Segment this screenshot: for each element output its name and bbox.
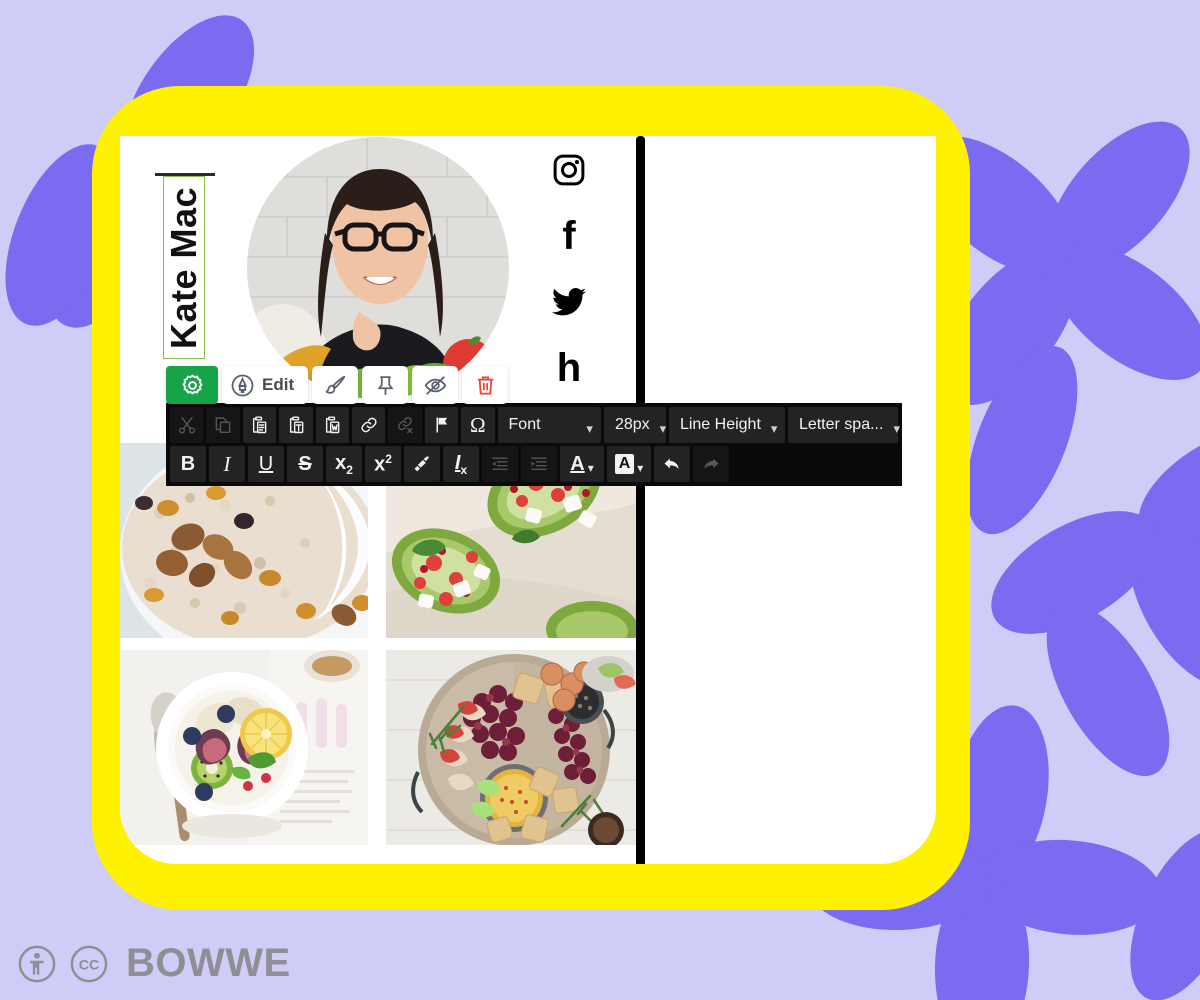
paste-word-icon bbox=[326, 416, 340, 434]
redo-arrow-icon bbox=[704, 458, 719, 469]
paste-button[interactable] bbox=[242, 407, 277, 443]
subscript-button[interactable]: x2 bbox=[326, 446, 362, 482]
flag-icon bbox=[436, 417, 448, 433]
anchor-button[interactable] bbox=[424, 407, 459, 443]
undo-arrow-icon bbox=[664, 458, 679, 469]
rte-row-1: Ω Font ▾ 28px ▾ Line Height ▾ Letter spa… bbox=[170, 407, 900, 443]
svg-text:CC: CC bbox=[79, 957, 100, 973]
name-text: Kate Mac bbox=[163, 186, 204, 349]
underline-button[interactable]: U bbox=[248, 446, 284, 482]
superscript-button[interactable]: x2 bbox=[365, 446, 401, 482]
paste-icon bbox=[253, 416, 267, 434]
houzz-icon[interactable]: h bbox=[547, 346, 591, 390]
copy-icon bbox=[215, 417, 231, 434]
chevron-down-icon: ▾ bbox=[587, 461, 594, 475]
gear-icon bbox=[182, 374, 202, 394]
facebook-icon[interactable]: f bbox=[547, 214, 591, 258]
remove-format-icon: Ix bbox=[454, 451, 468, 477]
photo-gallery bbox=[120, 443, 636, 845]
accessibility-person-icon bbox=[18, 945, 56, 982]
chevron-down-icon: ▾ bbox=[637, 461, 644, 475]
vertical-name-text-block[interactable]: Kate Mac bbox=[155, 173, 215, 359]
unlink-icon bbox=[398, 417, 413, 434]
element-action-bar: Edit bbox=[166, 366, 509, 404]
cut-button[interactable] bbox=[170, 407, 204, 443]
portrait-photo bbox=[247, 137, 509, 399]
text-color-button[interactable]: A ▾ bbox=[560, 446, 604, 482]
delete-button[interactable] bbox=[462, 366, 509, 404]
website-preview-card: f h bbox=[120, 136, 936, 864]
remove-format-button[interactable]: Ix bbox=[443, 446, 479, 482]
decrease-indent-button[interactable] bbox=[482, 446, 518, 482]
strikethrough-button[interactable]: S bbox=[287, 446, 323, 482]
copy-button[interactable] bbox=[206, 407, 240, 443]
paste-text-icon bbox=[289, 416, 304, 434]
bold-icon: B bbox=[180, 453, 196, 475]
indent-icon bbox=[531, 457, 547, 471]
instagram-icon[interactable] bbox=[547, 148, 591, 192]
link-button[interactable] bbox=[351, 407, 386, 443]
redo-button[interactable] bbox=[693, 446, 729, 482]
special-character-button[interactable]: Ω bbox=[461, 407, 495, 443]
section-divider bbox=[636, 136, 645, 864]
houzz-glyph: h bbox=[556, 346, 582, 390]
facebook-glyph: f bbox=[562, 214, 576, 258]
strikethrough-icon: S bbox=[298, 453, 312, 475]
paste-from-word-button[interactable] bbox=[315, 407, 349, 443]
resize-handle[interactable] bbox=[155, 173, 215, 176]
undo-button[interactable] bbox=[654, 446, 690, 482]
font-family-value: Font bbox=[508, 416, 541, 433]
subscript-icon: x2 bbox=[335, 451, 353, 477]
social-links: f h bbox=[545, 148, 593, 390]
trash-icon bbox=[477, 375, 493, 395]
line-height-value: Line Height bbox=[679, 416, 761, 433]
letter-spacing-value: Letter spa... bbox=[798, 416, 884, 433]
twitter-icon[interactable] bbox=[547, 280, 591, 324]
line-height-select[interactable]: Line Height ▾ bbox=[668, 407, 785, 443]
settings-button[interactable] bbox=[166, 366, 218, 404]
rte-row-2: B I U S x2 x2 Ix A ▾ A ▾ bbox=[170, 446, 898, 482]
underline-icon: U bbox=[258, 453, 274, 475]
bold-button[interactable]: B bbox=[170, 446, 206, 482]
pen-circle-icon bbox=[231, 374, 254, 396]
gallery-item-charcuterie-board[interactable] bbox=[386, 650, 636, 845]
pin-icon bbox=[377, 375, 394, 395]
increase-indent-button[interactable] bbox=[521, 446, 557, 482]
link-icon bbox=[361, 417, 377, 433]
rich-text-toolbar: Ω Font ▾ 28px ▾ Line Height ▾ Letter spa… bbox=[166, 403, 902, 486]
creative-commons-icon: CC bbox=[70, 945, 108, 982]
copy-formatting-button[interactable] bbox=[404, 446, 440, 482]
paste-as-text-button[interactable] bbox=[279, 407, 313, 443]
scissors-icon bbox=[178, 416, 195, 434]
hide-button[interactable] bbox=[412, 366, 459, 404]
italic-button[interactable]: I bbox=[209, 446, 245, 482]
format-brush-icon bbox=[414, 456, 429, 472]
letter-spacing-select[interactable]: Letter spa... ▾ bbox=[787, 407, 900, 443]
font-size-value: 28px bbox=[614, 416, 650, 433]
text-color-icon: A bbox=[570, 453, 585, 475]
unlink-button[interactable] bbox=[388, 407, 422, 443]
italic-icon: I bbox=[223, 451, 231, 476]
edit-button-label: Edit bbox=[262, 375, 295, 394]
background-color-icon: A bbox=[614, 454, 635, 474]
background-color-button[interactable]: A ▾ bbox=[607, 446, 651, 482]
omega-icon: Ω bbox=[470, 412, 486, 437]
font-family-select[interactable]: Font ▾ bbox=[497, 407, 601, 443]
brush-icon bbox=[324, 375, 345, 394]
bowwe-wordmark: BOWWE bbox=[126, 941, 291, 985]
style-button[interactable] bbox=[312, 366, 359, 404]
eye-slash-icon bbox=[424, 375, 446, 395]
gallery-item-fruit-yogurt-bowl[interactable] bbox=[120, 650, 368, 845]
edit-button[interactable]: Edit bbox=[222, 366, 309, 404]
font-size-select[interactable]: 28px ▾ bbox=[603, 407, 666, 443]
outdent-icon bbox=[492, 457, 508, 471]
pin-button[interactable] bbox=[362, 366, 409, 404]
footer-branding: CC BOWWE bbox=[18, 941, 291, 986]
superscript-icon: x2 bbox=[374, 452, 392, 476]
screenshot-root: f h Kate Mac Edit Ω Font ▾ 28px ▾ Line H… bbox=[0, 0, 1200, 1000]
